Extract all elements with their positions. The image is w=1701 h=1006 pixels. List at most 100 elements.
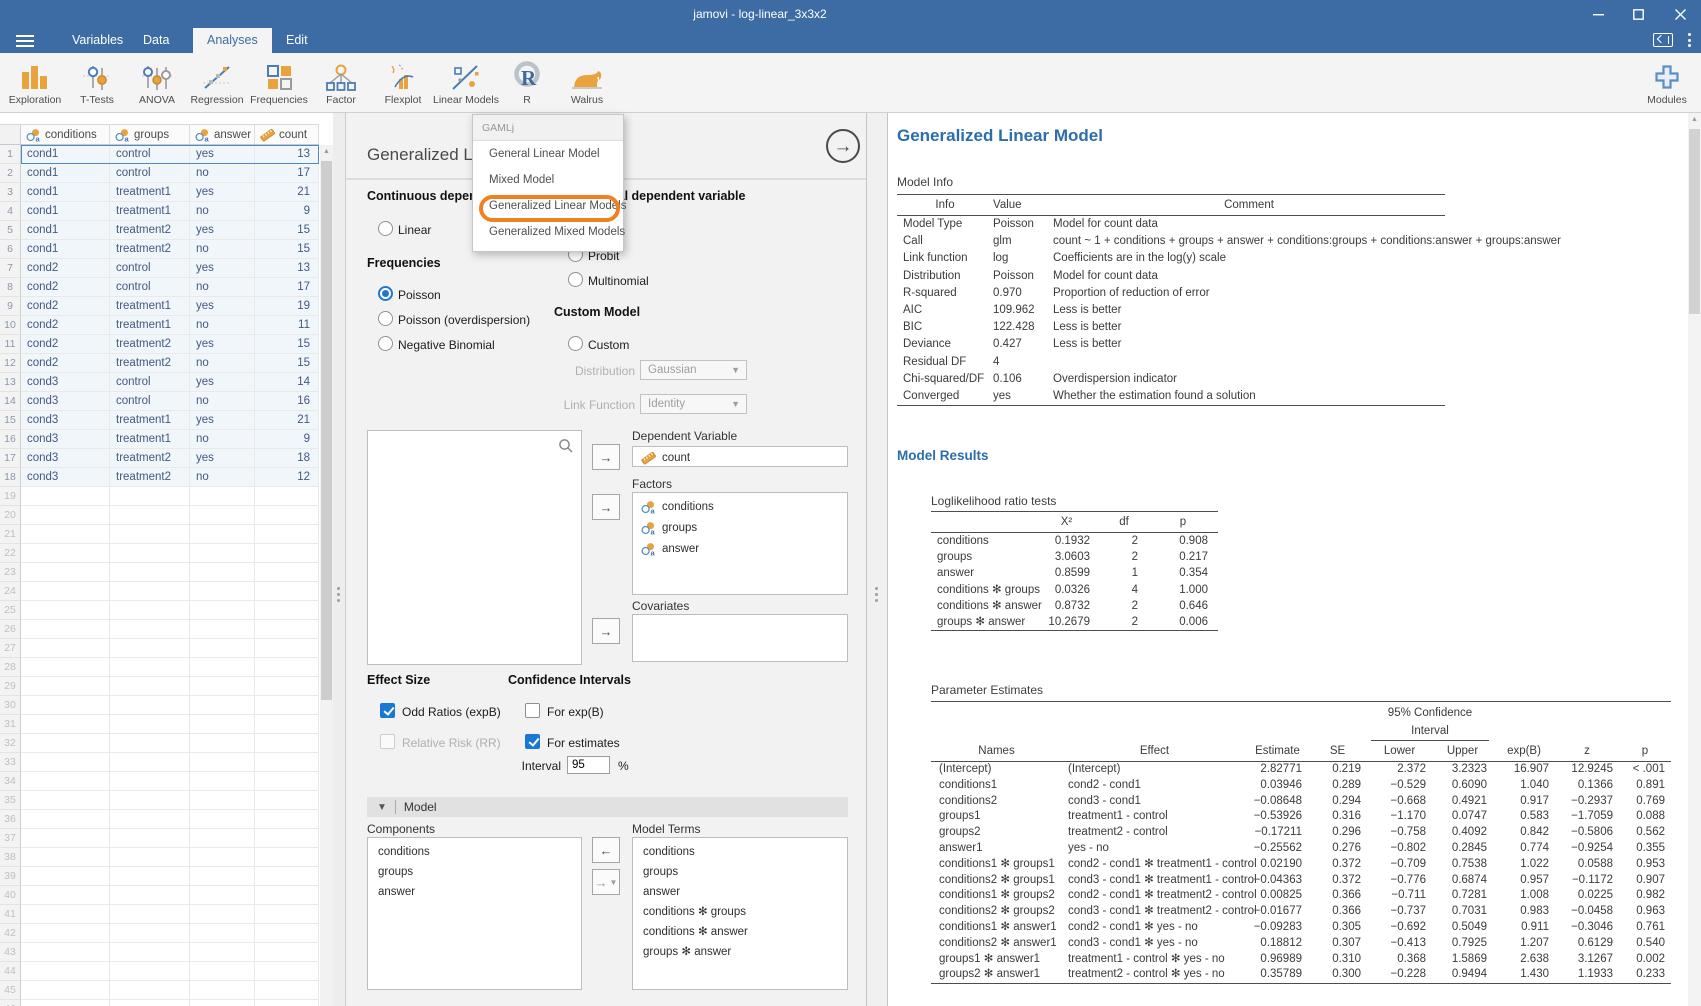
cell[interactable] bbox=[255, 810, 319, 829]
cell[interactable]: no bbox=[190, 468, 255, 487]
cell[interactable] bbox=[110, 620, 190, 639]
dependent-variable-box[interactable]: count bbox=[632, 446, 848, 467]
sheet-options-splitter[interactable] bbox=[333, 113, 346, 1006]
cell[interactable] bbox=[21, 506, 110, 525]
cell[interactable]: 15 bbox=[255, 221, 319, 240]
cell[interactable]: 21 bbox=[255, 183, 319, 202]
cell[interactable]: treatment2 bbox=[110, 335, 190, 354]
cell[interactable]: 21 bbox=[255, 411, 319, 430]
column-header-count[interactable]: count bbox=[255, 125, 319, 144]
cell[interactable]: control bbox=[110, 145, 190, 164]
cell[interactable] bbox=[255, 487, 319, 506]
model-term-item[interactable]: conditions ✻ groups bbox=[633, 902, 847, 922]
row-number[interactable]: 3 bbox=[0, 183, 21, 202]
cell[interactable] bbox=[255, 620, 319, 639]
row-number[interactable]: 12 bbox=[0, 354, 21, 373]
cell[interactable]: 11 bbox=[255, 316, 319, 335]
cell[interactable]: control bbox=[110, 392, 190, 411]
row-number[interactable]: 7 bbox=[0, 259, 21, 278]
cell[interactable]: treatment1 bbox=[110, 316, 190, 335]
column-header-groups[interactable]: a groups bbox=[110, 125, 190, 144]
radio-custom[interactable] bbox=[568, 336, 583, 351]
cell[interactable] bbox=[110, 867, 190, 886]
cell[interactable]: cond2 bbox=[21, 354, 110, 373]
model-section-bar[interactable]: ▼ Model bbox=[367, 797, 848, 817]
cell[interactable]: cond3 bbox=[21, 468, 110, 487]
cell[interactable] bbox=[21, 924, 110, 943]
cell[interactable] bbox=[110, 639, 190, 658]
cell[interactable] bbox=[190, 734, 255, 753]
model-term-item[interactable]: conditions bbox=[633, 842, 847, 862]
row-number[interactable]: 2 bbox=[0, 164, 21, 183]
row-number-header[interactable] bbox=[0, 125, 21, 144]
cell[interactable]: control bbox=[110, 373, 190, 392]
menu-item-general-linear-model[interactable]: General Linear Model bbox=[473, 141, 623, 167]
cell[interactable] bbox=[110, 772, 190, 791]
row-number[interactable]: 30 bbox=[0, 696, 21, 715]
radio-negative-binomial[interactable] bbox=[378, 336, 393, 351]
cell[interactable]: treatment1 bbox=[110, 183, 190, 202]
distribution-select[interactable]: Gaussian▼ bbox=[640, 360, 747, 380]
cell[interactable]: treatment2 bbox=[110, 468, 190, 487]
cell[interactable] bbox=[21, 677, 110, 696]
cell[interactable] bbox=[21, 639, 110, 658]
cell[interactable] bbox=[255, 696, 319, 715]
cell[interactable] bbox=[21, 943, 110, 962]
cell[interactable]: no bbox=[190, 354, 255, 373]
row-number[interactable]: 26 bbox=[0, 620, 21, 639]
cell[interactable] bbox=[21, 848, 110, 867]
scroll-up-icon[interactable]: ▲ bbox=[1688, 116, 1701, 123]
menu-item-generalized-linear-models[interactable]: Generalized Linear Models bbox=[473, 193, 623, 219]
cell[interactable] bbox=[255, 905, 319, 924]
cell[interactable] bbox=[255, 886, 319, 905]
cell[interactable] bbox=[255, 601, 319, 620]
ribbon-exploration[interactable]: Exploration bbox=[3, 55, 67, 111]
row-number[interactable]: 34 bbox=[0, 772, 21, 791]
model-term-item[interactable]: groups ✻ answer bbox=[633, 942, 847, 962]
tab-variables[interactable]: Variables bbox=[58, 28, 137, 53]
cell[interactable] bbox=[21, 734, 110, 753]
available-variables-box[interactable] bbox=[367, 430, 582, 665]
row-number[interactable]: 25 bbox=[0, 601, 21, 620]
cell[interactable]: 9 bbox=[255, 202, 319, 221]
cell[interactable] bbox=[190, 487, 255, 506]
cell[interactable]: control bbox=[110, 278, 190, 297]
hamburger-menu-icon[interactable] bbox=[16, 35, 34, 47]
scrollbar-thumb[interactable] bbox=[1689, 129, 1700, 314]
cell[interactable] bbox=[21, 886, 110, 905]
cell[interactable]: no bbox=[190, 240, 255, 259]
cell[interactable]: yes bbox=[190, 259, 255, 278]
cell[interactable] bbox=[21, 487, 110, 506]
cell[interactable] bbox=[21, 962, 110, 981]
cell[interactable] bbox=[21, 696, 110, 715]
cell[interactable] bbox=[190, 886, 255, 905]
row-number[interactable]: 9 bbox=[0, 297, 21, 316]
cell[interactable]: cond2 bbox=[21, 316, 110, 335]
cell[interactable]: 13 bbox=[255, 259, 319, 278]
cell[interactable] bbox=[110, 658, 190, 677]
factor-item[interactable]: agroups bbox=[633, 517, 847, 538]
cell[interactable] bbox=[21, 658, 110, 677]
cell[interactable]: treatment2 bbox=[110, 221, 190, 240]
tab-edit[interactable]: Edit bbox=[272, 28, 322, 53]
checkbox-for-estimates[interactable] bbox=[525, 734, 540, 749]
cell[interactable] bbox=[21, 810, 110, 829]
cell[interactable]: control bbox=[110, 164, 190, 183]
row-number[interactable]: 8 bbox=[0, 278, 21, 297]
cell[interactable]: 15 bbox=[255, 240, 319, 259]
row-number[interactable]: 6 bbox=[0, 240, 21, 259]
row-number[interactable]: 45 bbox=[0, 981, 21, 1000]
row-number[interactable]: 27 bbox=[0, 639, 21, 658]
row-number[interactable]: 19 bbox=[0, 487, 21, 506]
cell[interactable]: cond3 bbox=[21, 392, 110, 411]
cell[interactable]: 18 bbox=[255, 449, 319, 468]
cell[interactable]: cond1 bbox=[21, 240, 110, 259]
factor-item[interactable]: aconditions bbox=[633, 496, 847, 517]
remove-term-button[interactable]: ← bbox=[592, 837, 620, 863]
cell[interactable]: 12 bbox=[255, 468, 319, 487]
cell[interactable] bbox=[255, 734, 319, 753]
cell[interactable] bbox=[190, 772, 255, 791]
cell[interactable] bbox=[21, 544, 110, 563]
row-number[interactable]: 15 bbox=[0, 411, 21, 430]
model-term-item[interactable]: answer bbox=[633, 882, 847, 902]
